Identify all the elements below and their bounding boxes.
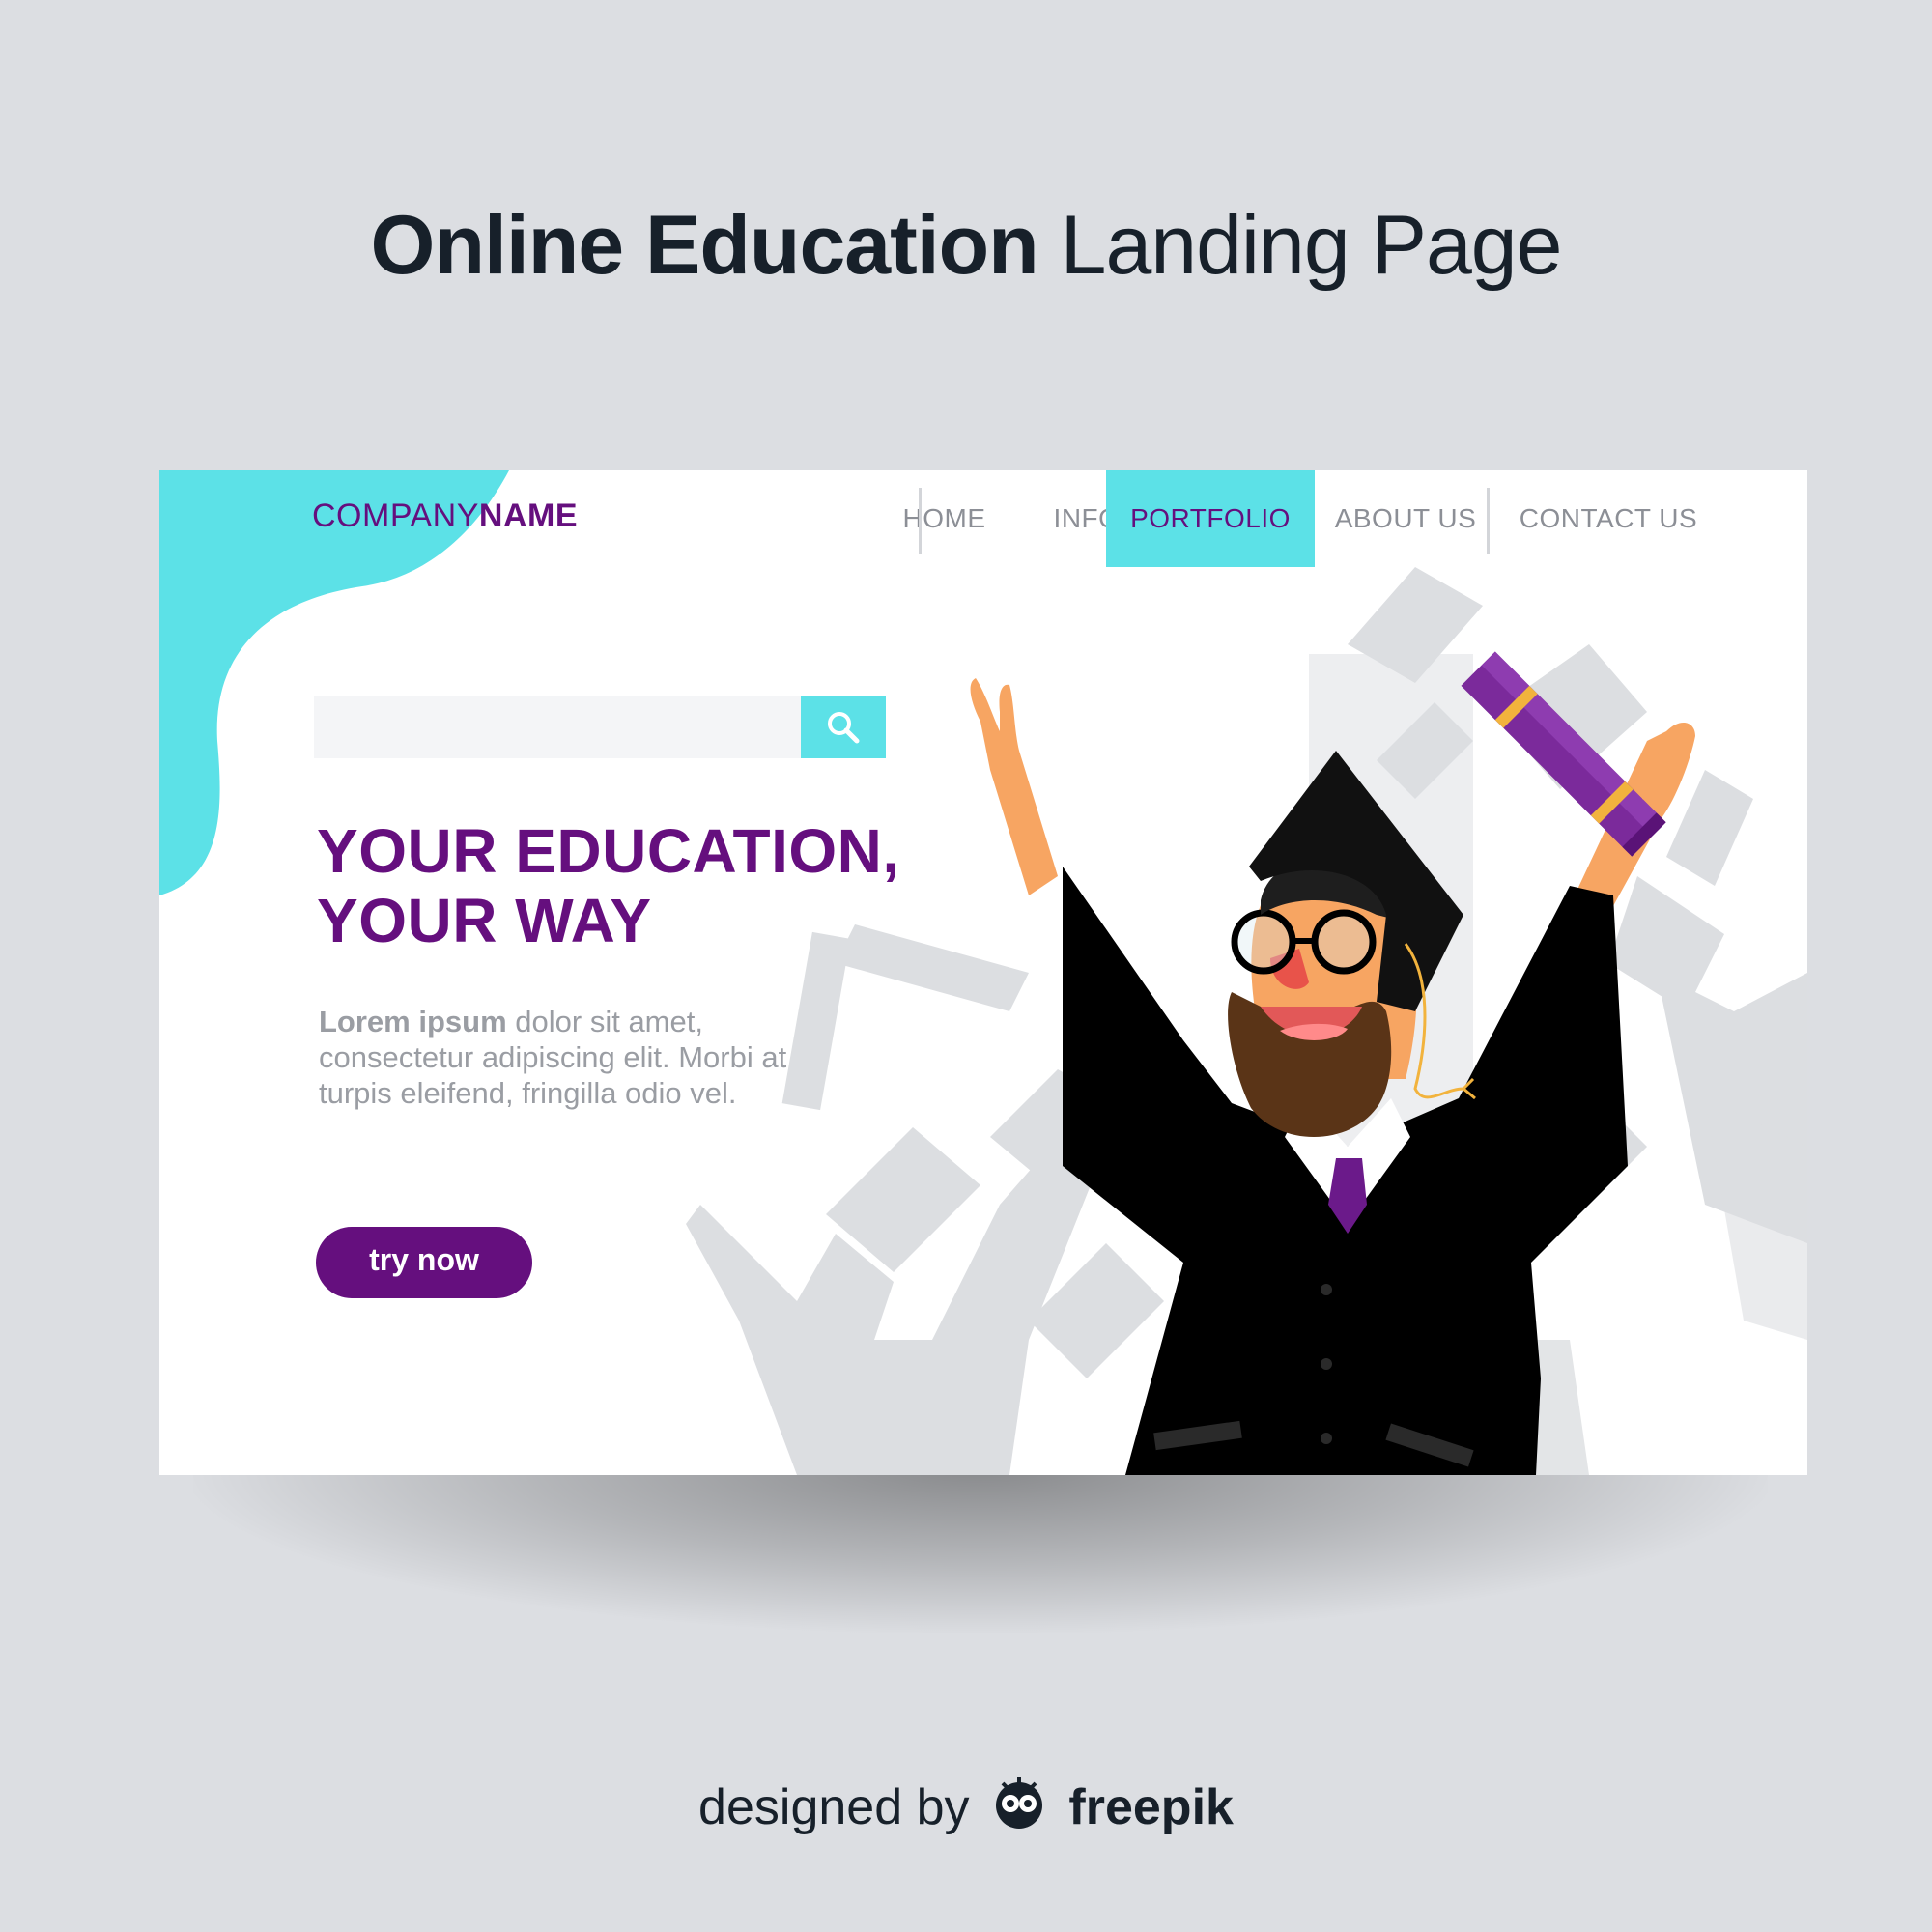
- nav-divider: [919, 488, 922, 554]
- freepik-owl-icon: [989, 1776, 1049, 1842]
- company-logo-bold: NAME: [478, 497, 578, 534]
- page-title: Online Education Landing Page: [0, 198, 1932, 294]
- hero-headline-line2: YOUR WAY: [317, 886, 652, 955]
- search-button[interactable]: [801, 696, 886, 758]
- nav-item-contact-us[interactable]: CONTACT US: [1497, 470, 1719, 567]
- company-logo[interactable]: COMPANYNAME: [312, 497, 578, 535]
- page-title-light: Landing Page: [1060, 199, 1563, 292]
- credit-brand[interactable]: freepik: [1068, 1779, 1234, 1835]
- page-title-bold: Online Education: [370, 199, 1039, 292]
- card-shadow: [193, 1468, 1768, 1633]
- nav-divider: [1487, 488, 1490, 554]
- background-illustration: [159, 470, 1807, 1475]
- company-logo-light: COMPANY: [312, 497, 479, 534]
- search-input[interactable]: [314, 696, 802, 758]
- nav-item-portfolio[interactable]: PORTFOLIO: [1106, 470, 1315, 567]
- hero-description: Lorem ipsum dolor sit amet, consectetur …: [319, 1004, 860, 1111]
- hero-headline: YOUR EDUCATION, YOUR WAY: [317, 816, 900, 955]
- try-now-button[interactable]: try now: [316, 1227, 532, 1298]
- credit-prefix: designed by: [698, 1779, 970, 1835]
- landing-page-card: COMPANYNAME HOME INFO PORTFOLIO ABOUT US…: [159, 470, 1807, 1475]
- hero-headline-line1: YOUR EDUCATION,: [317, 816, 900, 886]
- designer-credit: designed by freepik: [0, 1776, 1932, 1842]
- hero-description-lead: Lorem ipsum: [319, 1005, 507, 1038]
- search-icon: [828, 712, 860, 744]
- nav-item-about-us[interactable]: ABOUT US: [1319, 470, 1492, 567]
